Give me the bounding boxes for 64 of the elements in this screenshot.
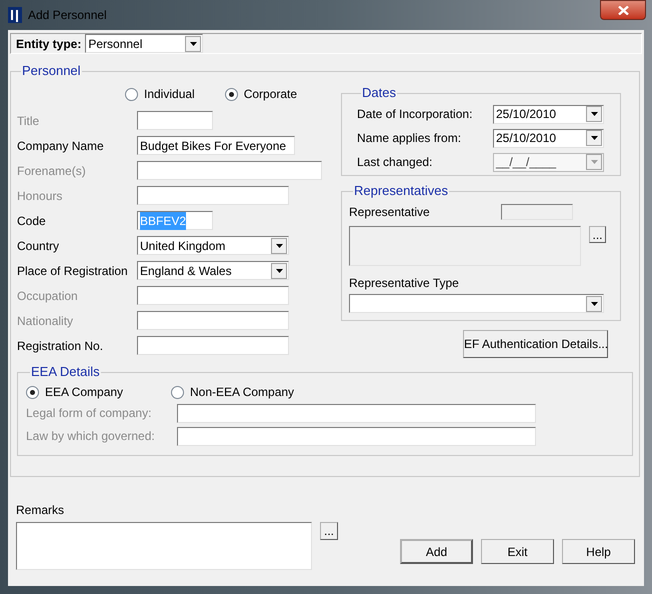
field-label: Place of Registration [17,262,129,280]
window-title: Add Personnel [28,7,107,24]
text-field[interactable] [137,111,213,130]
dropdown[interactable]: Personnel [85,34,204,53]
field-label: Law by which governed: [26,428,156,445]
group-title: Representatives [353,184,449,198]
field-label: Occupation [17,288,79,304]
app-icon [8,7,22,23]
group-title: EEA Details [30,365,101,379]
caret-icon [276,244,282,248]
radio-button[interactable] [26,386,39,398]
text-field[interactable] [177,404,536,422]
dialog-button[interactable]: Exit [481,539,554,564]
radio-label: EEA Company [45,384,124,401]
caret-icon [590,112,598,116]
dropdown[interactable]: 25/10/2010 [493,104,604,124]
text-field[interactable] [137,186,289,205]
text-area[interactable] [16,522,312,570]
field-label: Honours [17,188,64,204]
text-field[interactable] [137,161,322,180]
browse-button[interactable]: ... [320,522,338,540]
field-label: Name applies from: [357,130,462,147]
text-field[interactable] [137,311,289,330]
group-title: Personnel [21,64,82,78]
caret-icon [276,268,282,272]
text-field[interactable] [137,286,289,305]
close-icon [618,6,628,14]
text-field[interactable]: Budget Bikes For Everyone [137,136,295,155]
field-label: Representative Type [349,275,460,292]
group-title: Dates [361,86,397,100]
field-label: Date of Incorporation: [357,106,474,123]
field-label: Last changed: [357,154,434,171]
field-label: Title [17,112,40,130]
radio-label: Non-EEA Company [190,384,294,401]
field-label: Remarks [16,502,66,519]
field-label: Nationality [17,312,74,330]
field-label: Registration No. [17,338,104,354]
dropdown[interactable]: England & Wales [137,261,289,280]
radio-button[interactable] [171,386,184,398]
close-button[interactable] [600,0,646,20]
text-field[interactable] [137,336,289,355]
caret-icon [190,42,197,46]
field-label: Country [17,238,60,254]
browse-button[interactable]: ... [589,226,606,243]
radio-button[interactable] [224,88,238,100]
dropdown[interactable]: 25/10/2010 [493,128,604,148]
dialog-button[interactable]: Help [562,539,635,564]
field-label: Code [17,212,47,230]
radio-button[interactable] [125,88,138,100]
field-label: Company Name [17,138,105,154]
field-label: Entity type: [16,36,82,52]
radio-label: Corporate [244,86,298,103]
text-field[interactable] [177,426,536,446]
caret-icon [590,136,598,140]
field-label: Legal form of company: [26,405,152,422]
authentication-button[interactable]: EF Authentication Details... [463,330,608,358]
field-label: Representative [349,204,431,221]
dropdown[interactable]: United Kingdom [137,236,289,255]
caret-icon [590,302,598,306]
caret-icon [590,160,598,164]
dialog-button[interactable]: Add [400,539,473,564]
dropdown[interactable] [349,294,604,313]
field-label: Forename(s) [17,162,87,180]
radio-label: Individual [144,86,195,103]
